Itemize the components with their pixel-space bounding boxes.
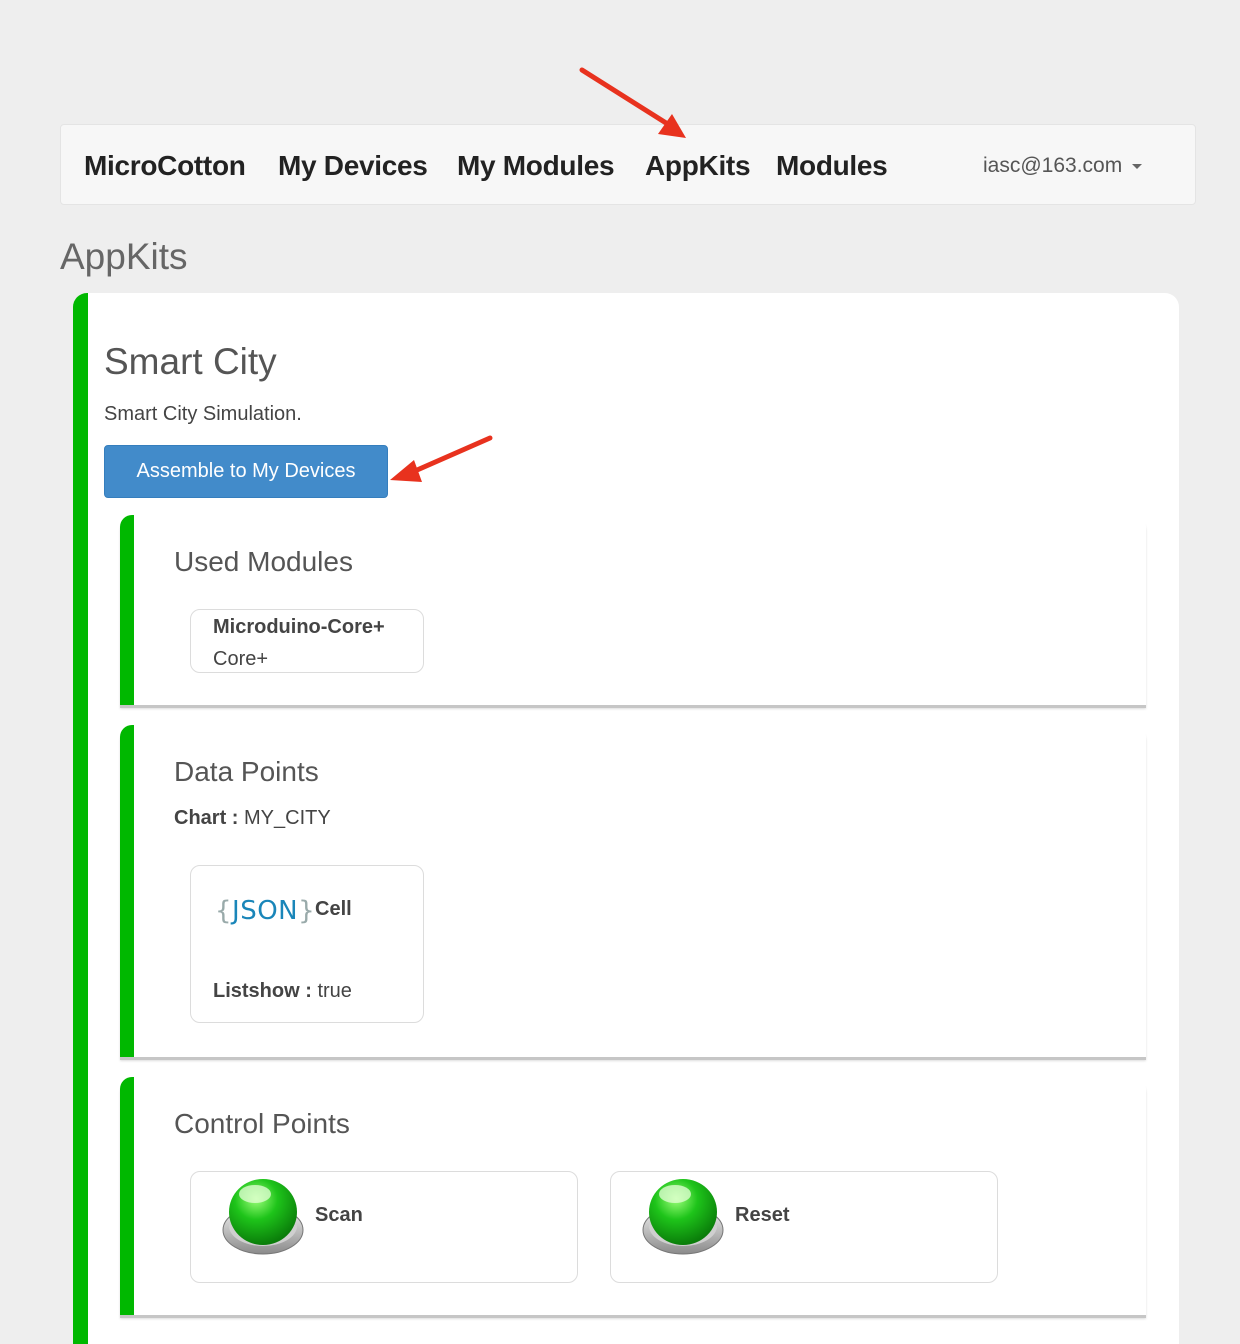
module-name: Microduino-Core+: [213, 616, 385, 638]
nav-modules[interactable]: Modules: [776, 125, 888, 206]
nav-my-devices[interactable]: My Devices: [278, 125, 428, 206]
appkit-card: Smart City Smart City Simulation. Assemb…: [73, 293, 1179, 1344]
json-icon: {JSON}: [215, 896, 316, 926]
brand-link[interactable]: MicroCotton: [84, 125, 246, 206]
data-cell-card[interactable]: {JSON} Cell Listshow : true: [190, 865, 424, 1023]
chart-label: Chart :: [174, 807, 239, 829]
listshow-label: Listshow :: [213, 980, 312, 1002]
appkit-description: Smart City Simulation.: [104, 403, 302, 425]
control-label-reset: Reset: [735, 1204, 790, 1226]
cell-name: Cell: [315, 898, 352, 920]
chart-info: Chart : MY_CITY: [174, 807, 331, 830]
control-card-reset[interactable]: Reset: [610, 1171, 998, 1283]
caret-down-icon: [1132, 163, 1143, 169]
listshow-info: Listshow : true: [213, 980, 352, 1003]
control-card-scan[interactable]: Scan: [190, 1171, 578, 1283]
control-points-section: Control Points Scan Reset: [120, 1077, 1146, 1315]
module-card[interactable]: Microduino-Core+ Core+: [190, 609, 424, 673]
green-push-button-icon[interactable]: [641, 1172, 727, 1258]
data-points-section: Data Points Chart : MY_CITY {JSON} Cell …: [120, 725, 1146, 1057]
chart-value: MY_CITY: [244, 807, 331, 829]
nav-appkits[interactable]: AppKits: [645, 125, 751, 206]
page-title: AppKits: [60, 236, 188, 277]
nav-my-modules[interactable]: My Modules: [457, 125, 615, 206]
green-push-button-icon[interactable]: [221, 1172, 307, 1258]
module-sub: Core+: [213, 648, 269, 670]
appkit-title: Smart City: [104, 341, 277, 382]
used-modules-section: Used Modules Microduino-Core+ Core+: [120, 515, 1146, 705]
assemble-button[interactable]: Assemble to My Devices: [104, 445, 388, 498]
control-label-scan: Scan: [315, 1204, 363, 1226]
section-title-control-points: Control Points: [174, 1108, 350, 1139]
user-email: iasc@163.com: [983, 154, 1123, 177]
top-navbar: MicroCotton My Devices My Modules AppKit…: [60, 124, 1196, 205]
listshow-value: true: [317, 980, 352, 1002]
section-title-used-modules: Used Modules: [174, 546, 353, 577]
user-menu-toggle[interactable]: iasc@163.com: [983, 125, 1143, 206]
section-title-data-points: Data Points: [174, 756, 319, 787]
